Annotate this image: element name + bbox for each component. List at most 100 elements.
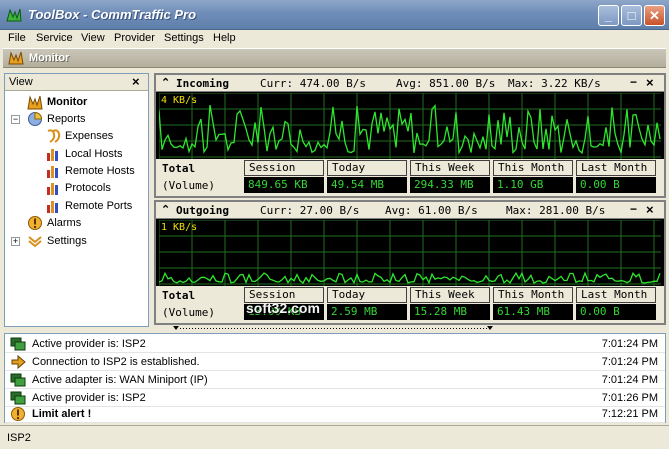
menu-view[interactable]: View (81, 32, 105, 44)
incoming-header: ⌃ Incoming Curr: 474.00 B/s Avg: 851.00 … (156, 75, 664, 92)
status-bar: ISP2 (0, 425, 669, 449)
close-icon[interactable]: × (646, 75, 654, 90)
cell-label: Last Month (576, 160, 656, 176)
incoming-this-month: This Month 1.10 GB (493, 160, 573, 194)
tree-label: Local Hosts (65, 148, 123, 160)
tree-label: Remote Ports (65, 200, 133, 212)
incoming-current: Curr: 474.00 B/s (260, 77, 366, 90)
outgoing-current: Curr: 27.00 B/s (260, 204, 360, 217)
log-row[interactable]: Connection to ISP2 is established. 7:01:… (5, 353, 665, 371)
collapse-chevron-icon[interactable]: ⌃ (161, 76, 170, 89)
incoming-this-week: This Week 294.33 MB (410, 160, 490, 194)
menu-provider[interactable]: Provider (114, 32, 155, 44)
close-window-button[interactable]: ✕ (644, 5, 665, 26)
minimize-icon: _ (604, 8, 613, 23)
incoming-session: Session 849.65 KB (244, 160, 324, 194)
expenses-icon (47, 129, 61, 143)
log-message: Limit alert ! (32, 408, 92, 420)
monitor-icon (27, 95, 43, 110)
cell-value: 2.59 MB (327, 304, 407, 320)
alarm-icon (28, 216, 42, 230)
incoming-title: Incoming (176, 77, 229, 90)
log-row[interactable]: Active adapter is: WAN Miniport (IP) 7:0… (5, 371, 665, 389)
volume-label: (Volume) (162, 306, 215, 319)
expand-icon[interactable]: + (11, 237, 20, 246)
collapse-icon[interactable]: − (11, 115, 20, 124)
network-icon (10, 373, 26, 387)
minimize-window-button[interactable]: _ (598, 5, 619, 26)
log-row[interactable]: Limit alert ! 7:12:21 PM (5, 405, 665, 423)
tree-label: Monitor (47, 96, 88, 108)
alarm-icon (11, 407, 25, 421)
outgoing-this-month: This Month 61.43 MB (493, 287, 573, 321)
section-header: Monitor (3, 48, 666, 68)
menu-settings[interactable]: Settings (164, 32, 204, 44)
bar-chart-icon (47, 149, 58, 161)
network-icon (10, 337, 26, 351)
cell-value: 0.00 B (576, 304, 656, 320)
incoming-scale-label: 4 KB/s (161, 95, 198, 106)
cell-label: Today (327, 287, 407, 303)
tree-label: Settings (47, 235, 87, 247)
tree-label: Remote Hosts (65, 165, 135, 177)
cell-label: Today (327, 160, 407, 176)
menu-help[interactable]: Help (213, 32, 236, 44)
volume-label: (Volume) (162, 179, 215, 192)
incoming-maximum: Max: 3.22 KB/s (508, 77, 601, 90)
cell-label: This Week (410, 287, 490, 303)
cell-value: 849.65 KB (244, 177, 324, 193)
incoming-panel: ⌃ Incoming Curr: 474.00 B/s Avg: 851.00 … (154, 73, 666, 198)
menu-service[interactable]: Service (36, 32, 73, 44)
log-message: Connection to ISP2 is established. (32, 356, 200, 368)
outgoing-this-week: This Week 15.28 MB (410, 287, 490, 321)
tree-label: Expenses (65, 130, 114, 142)
bar-chart-icon (47, 166, 58, 178)
maximize-window-button[interactable]: □ (621, 5, 642, 26)
app-logo-icon (6, 8, 22, 22)
cell-value: 61.43 MB (493, 304, 573, 320)
cell-label: Session (244, 160, 324, 176)
log-message: Active provider is: ISP2 (32, 338, 146, 350)
watermark: soft32.com (246, 300, 320, 316)
title-bar: ToolBox - CommTraffic Pro _ □ ✕ (0, 0, 669, 30)
view-panel: View × Monitor − Reports Expenses Local … (4, 73, 149, 327)
log-time: 7:12:21 PM (601, 408, 658, 420)
window-title: ToolBox - CommTraffic Pro (28, 7, 197, 22)
incoming-totals: Total (Volume) Session 849.65 KB Today 4… (156, 159, 664, 196)
log-time: 7:01:24 PM (601, 338, 658, 350)
cell-value: 0.00 B (576, 177, 656, 193)
menu-file[interactable]: File (8, 32, 26, 44)
total-label: Total (162, 162, 196, 175)
cell-label: Last Month (576, 287, 656, 303)
event-log: Active provider is: ISP2 7:01:24 PM Conn… (4, 333, 666, 423)
cell-value: 49.54 MB (327, 177, 407, 193)
log-message: Active provider is: ISP2 (32, 392, 146, 404)
monitor-icon (8, 51, 24, 65)
outgoing-last-month: Last Month 0.00 B (576, 287, 656, 321)
collapse-chevron-icon[interactable]: ⌃ (161, 203, 170, 216)
tree-label: Alarms (47, 217, 82, 229)
panel-splitter[interactable] (154, 326, 666, 331)
tree-label: Reports (47, 113, 86, 125)
section-title: Monitor (29, 52, 70, 64)
traffic-line (159, 271, 661, 285)
connect-arrow-icon (11, 354, 26, 370)
close-icon[interactable]: × (132, 74, 140, 89)
outgoing-totals: Total (Volume) Session 13.00 KB Today 2.… (156, 286, 664, 323)
view-panel-header: View × (5, 74, 148, 91)
minimize-icon[interactable]: − (630, 202, 637, 216)
status-text: ISP2 (7, 432, 31, 444)
outgoing-average: Avg: 61.00 B/s (385, 204, 478, 217)
incoming-traffic-graph (159, 93, 661, 159)
tree-label: Protocols (65, 182, 111, 194)
bar-chart-icon (47, 201, 58, 213)
maximize-icon: □ (627, 8, 636, 23)
incoming-last-month: Last Month 0.00 B (576, 160, 656, 194)
log-row[interactable]: Active provider is: ISP2 7:01:24 PM (5, 335, 665, 353)
minimize-icon[interactable]: − (630, 75, 637, 89)
view-panel-title: View (9, 76, 33, 88)
log-time: 7:01:24 PM (601, 374, 658, 386)
bar-chart-icon (47, 183, 58, 195)
settings-icon (28, 236, 42, 248)
close-icon[interactable]: × (646, 202, 654, 217)
